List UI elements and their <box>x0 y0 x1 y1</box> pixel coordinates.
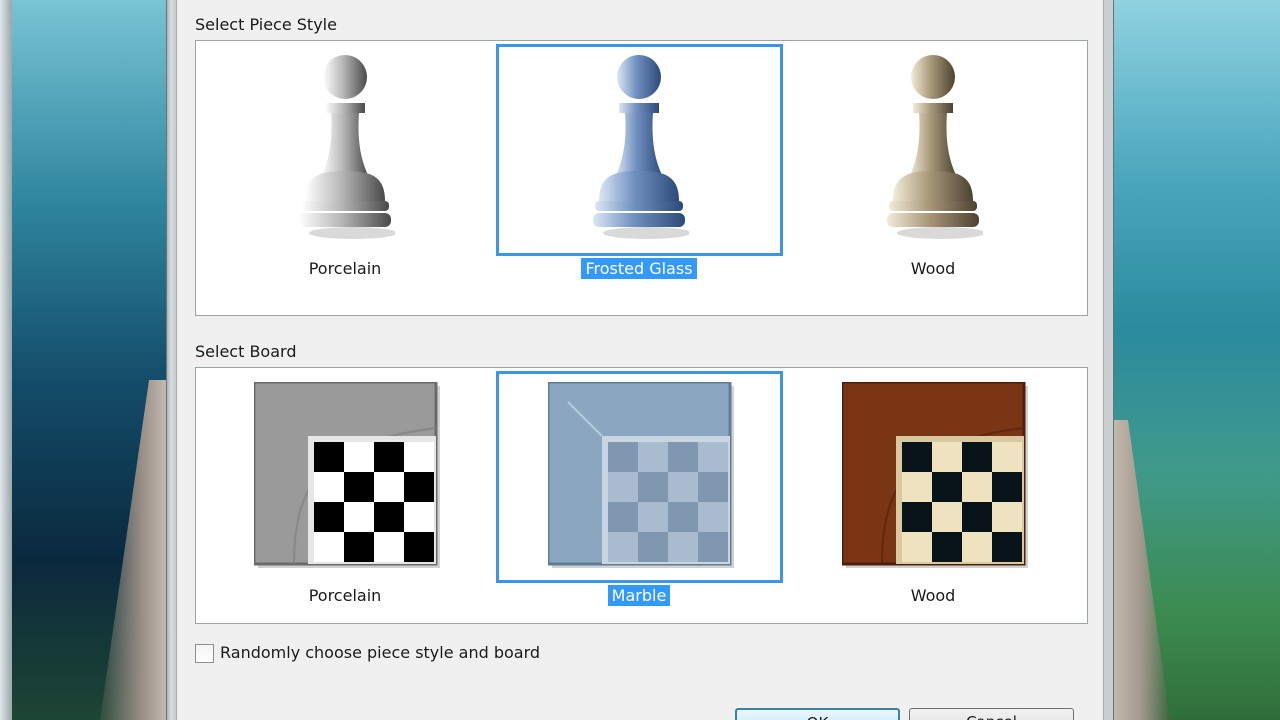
piece-option-label: Porcelain <box>308 259 382 278</box>
board-option-porcelain[interactable]: Porcelain <box>202 368 488 608</box>
piece-style-panel: Porcelain Frosted Glass Wood <box>195 40 1088 316</box>
random-choice-label[interactable]: Randomly choose piece style and board <box>220 643 540 662</box>
ok-button[interactable]: OK <box>735 708 900 720</box>
piece-option-label: Wood <box>910 259 956 278</box>
piece-style-heading: Select Piece Style <box>195 15 337 34</box>
piece-selection-highlight <box>496 44 783 256</box>
board-selection-highlight <box>496 371 783 583</box>
board-option-label: Porcelain <box>308 586 382 605</box>
piece-option-label: Frosted Glass <box>581 258 697 279</box>
board-panel: Porcelain Marble Wood <box>195 367 1088 624</box>
board-option-label: Marble <box>607 585 671 606</box>
board-option-label: Wood <box>910 586 956 605</box>
porcelain-board-icon <box>252 380 440 568</box>
wood-board-icon <box>840 380 1028 568</box>
random-choice-checkbox[interactable] <box>195 644 214 663</box>
board-option-wood[interactable]: Wood <box>790 368 1076 608</box>
cancel-button[interactable]: Cancel <box>909 708 1074 720</box>
porcelain-pawn-icon <box>295 51 397 241</box>
desktop-window-edge <box>0 0 12 720</box>
board-heading: Select Board <box>195 342 297 361</box>
piece-option-wood[interactable]: Wood <box>790 41 1076 291</box>
piece-option-porcelain[interactable]: Porcelain <box>202 41 488 291</box>
wood-pawn-icon <box>883 51 985 241</box>
